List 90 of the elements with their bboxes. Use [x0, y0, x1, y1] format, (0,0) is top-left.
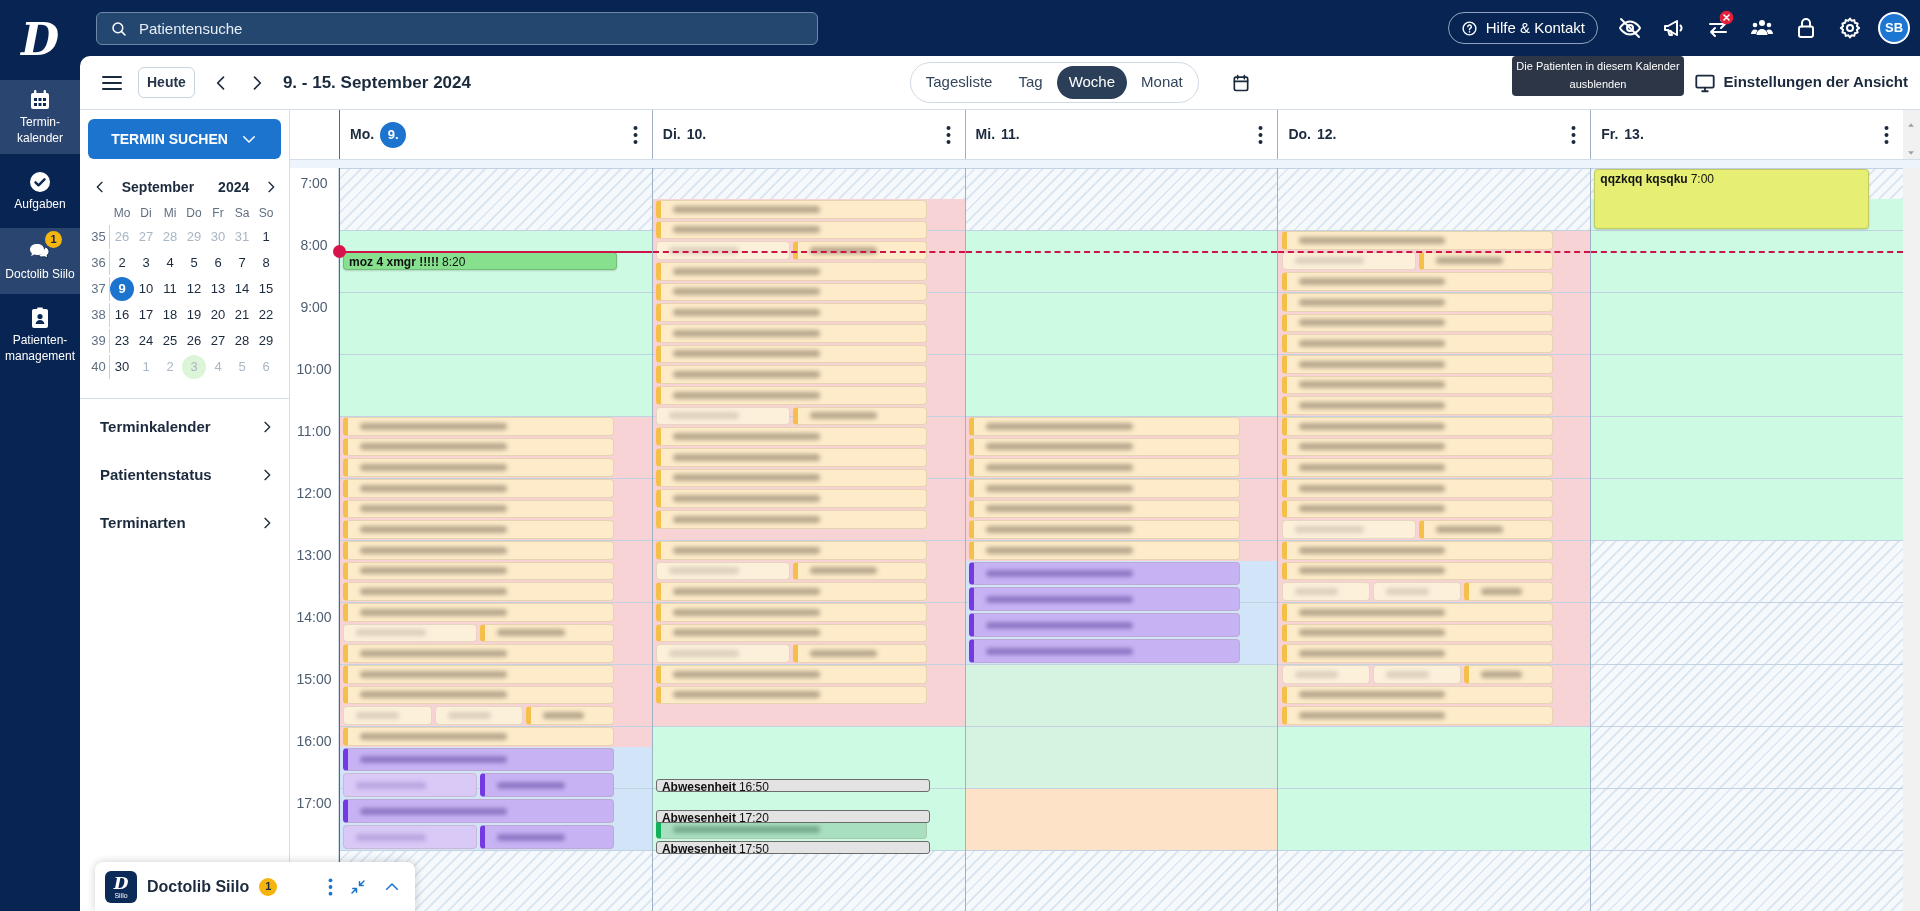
time-label: 14:00	[296, 609, 332, 625]
view-tab[interactable]: Tag	[1006, 66, 1055, 99]
year-label: 2024	[218, 177, 250, 197]
nav-item[interactable]: Patienten- management	[0, 298, 80, 373]
calendar-day[interactable]: 29	[254, 329, 278, 353]
calendar-day[interactable]: 15	[254, 277, 278, 301]
time-label: 17:00	[296, 795, 332, 811]
day-label: Mo.	[350, 125, 375, 144]
calendar-day[interactable]: 2	[110, 251, 134, 275]
calendar-day[interactable]: 11	[158, 277, 182, 301]
weekday-label: So	[258, 205, 274, 222]
calendar-day[interactable]: 1	[254, 225, 278, 249]
date-range-title: 9. - 15. September 2024	[282, 71, 471, 94]
calendar-day[interactable]: 5	[182, 251, 206, 275]
time-label: 8:00	[300, 237, 328, 253]
time-label: 16:00	[296, 733, 332, 749]
today-button[interactable]: Heute	[138, 67, 195, 98]
find-appointment-button[interactable]: TERMIN SUCHEN	[88, 119, 281, 159]
view-tab[interactable]: Tagesliste	[913, 66, 1005, 99]
calendar-day[interactable]: 14	[230, 277, 254, 301]
time-label: 9:00	[300, 299, 328, 315]
weekday-label: Fr	[212, 205, 224, 222]
calendar-day[interactable]: 16	[110, 303, 134, 327]
calendar-day[interactable]: 30	[110, 355, 134, 379]
calendar-day[interactable]: 21	[230, 303, 254, 327]
time-label: 15:00	[296, 671, 332, 687]
week-number: 35	[88, 225, 110, 249]
calendar-day[interactable]: 28	[230, 329, 254, 353]
notification-badge: 1	[45, 230, 62, 248]
view-settings-button[interactable]: Einstellungen der Ansicht	[1693, 71, 1908, 94]
nav-item[interactable]: Aufgaben	[0, 158, 80, 225]
calendar-day[interactable]: 20	[206, 303, 230, 327]
week-number: 39	[88, 329, 110, 353]
month-label: September	[121, 177, 195, 197]
time-label: 10:00	[296, 361, 332, 377]
date-label: 11.	[1001, 125, 1020, 144]
week-number: 38	[88, 303, 110, 327]
calendar-day[interactable]: 13	[206, 277, 230, 301]
calendar-day[interactable]: 4	[158, 251, 182, 275]
user-avatar[interactable]: SB	[1878, 12, 1910, 44]
calendar-day[interactable]: 8	[254, 251, 278, 275]
calendar-day[interactable]: 12	[182, 277, 206, 301]
date-label: 13.	[1624, 125, 1644, 144]
weekday-label: Do	[186, 205, 202, 222]
date-label: 12.	[1316, 125, 1337, 144]
weekday-label: Mi	[163, 205, 177, 222]
time-label: 13:00	[296, 547, 332, 563]
widget-title: Doctolib Siilo	[147, 876, 250, 897]
sidebar-section[interactable]: Terminarten	[80, 499, 289, 547]
calendar-day[interactable]: 10	[134, 277, 158, 301]
notification-badge: 1	[259, 877, 278, 896]
calendar-day[interactable]: 6	[206, 251, 230, 275]
view-tab[interactable]: Woche	[1056, 66, 1128, 99]
calendar-day[interactable]: 18	[158, 303, 182, 327]
calendar-day[interactable]: 7	[230, 251, 254, 275]
view-tab[interactable]: Monat	[1129, 66, 1195, 99]
day-label: Di.	[662, 125, 681, 144]
time-label: 7:00	[300, 175, 328, 191]
calendar-day[interactable]: 24	[134, 329, 158, 353]
weekday-label: Sa	[234, 205, 250, 222]
day-label: Mi.	[975, 125, 996, 144]
calendar-day[interactable]: 3	[134, 251, 158, 275]
calendar-day[interactable]: 23	[110, 329, 134, 353]
search-field[interactable]: Patientensuche	[96, 11, 818, 45]
calendar-day[interactable]: 27	[206, 329, 230, 353]
day-label: Do.	[1288, 125, 1311, 144]
sidebar-section[interactable]: Patientenstatus	[80, 451, 289, 499]
event-card[interactable]: qqzkqq kqsqku 7:00	[1594, 169, 1869, 229]
nav-item[interactable]: 1 Doctolib Siilo	[0, 228, 80, 295]
time-label: 12:00	[296, 485, 332, 501]
time-label: 11:00	[297, 423, 331, 439]
weekday-label: Mo	[113, 205, 131, 222]
calendar-day[interactable]: 9	[110, 277, 134, 301]
calendar-day[interactable]: 26	[182, 329, 206, 353]
logo: D	[19, 13, 61, 67]
week-number: 36	[88, 251, 110, 275]
calendar-day[interactable]: 17	[134, 303, 158, 327]
week-number: 40	[88, 355, 110, 379]
week-number: 37	[88, 277, 110, 301]
today-date-badge: 9.	[380, 121, 407, 148]
tooltip: Die Patienten in diesem Kalender ausblenden	[1512, 56, 1684, 96]
logo-letter: D	[113, 874, 129, 892]
nav-item[interactable]: Termin- kalender	[0, 80, 80, 155]
sidebar-section[interactable]: Terminkalender	[80, 403, 289, 451]
calendar-day[interactable]: 25	[158, 329, 182, 353]
day-label: Fr.	[1601, 125, 1619, 144]
weekday-label: Di	[140, 205, 152, 222]
calendar-day[interactable]: 19	[182, 303, 206, 327]
calendar-day[interactable]: 22	[254, 303, 278, 327]
date-label: 10.	[686, 125, 707, 144]
